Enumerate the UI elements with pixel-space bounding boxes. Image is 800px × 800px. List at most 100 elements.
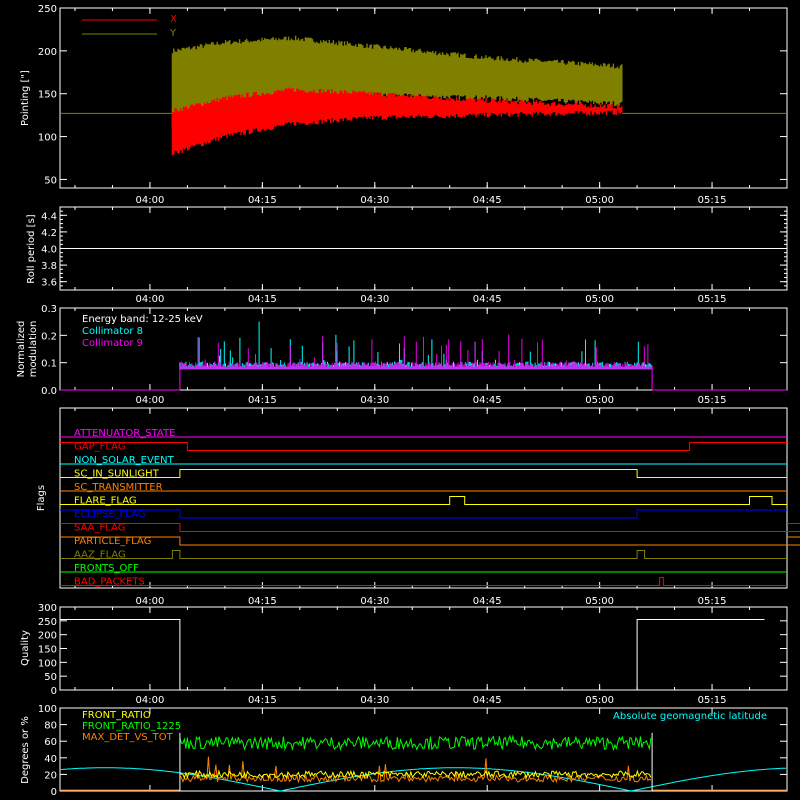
legend-geomagnetic-latitude: Absolute geomagnetic latitude <box>613 711 767 722</box>
x-tick-label: 04:30 <box>360 395 389 406</box>
geomagnetic-latitude-line <box>59 767 786 792</box>
pointing-legend: X Y <box>82 14 177 39</box>
legend-max-det-vs-tot: MAX_DET_VS_TOT <box>82 732 174 743</box>
roll-period-panel: Roll period [s] 3.6 3.8 4.0 4.2 4.4 04:00 04:… <box>26 206 788 305</box>
y-tick-label: 200 <box>38 631 57 642</box>
x-tick-label: 04:30 <box>360 294 389 305</box>
pointing-ylabel: Pointing ["] <box>20 70 31 126</box>
x-tick-label: 05:15 <box>698 596 727 607</box>
flag-line-aaz-flag <box>60 550 787 559</box>
x-tick-label: 05:00 <box>585 294 614 305</box>
ratios-ylabel: Degrees or % <box>20 716 31 784</box>
legend-collimator9: Collimator 9 <box>82 338 143 349</box>
y-tick-label: 150 <box>38 90 57 101</box>
flags-panel: Flags 04:00 04:15 04:30 04:45 05:00 05:15 ATT… <box>36 407 800 607</box>
y-tick-label: 250 <box>38 617 57 628</box>
rhessi-quicklook-figure: Pointing ["] 50100150200250 04:00 04:15 04… <box>16 4 800 798</box>
x-tick-label: 05:15 <box>698 195 727 206</box>
x-tick-label: 04:30 <box>360 695 389 706</box>
y-tick-label: 100 <box>38 133 57 144</box>
quality-line <box>60 619 765 691</box>
y-tick-label: 200 <box>38 47 57 58</box>
x-tick-label: 04:00 <box>136 195 165 206</box>
x-tick-label: 04:00 <box>136 395 165 406</box>
x-tick-label: 04:15 <box>248 395 277 406</box>
flag-line-flare-flag <box>60 496 787 505</box>
y-tick-label: 300 <box>38 603 57 614</box>
y-tick-label: 4.0 <box>41 245 57 256</box>
x-tick-label: 05:15 <box>698 395 727 406</box>
x-tick-label: 04:00 <box>136 294 165 305</box>
x-tick-label: 04:45 <box>473 596 502 607</box>
x-tick-label: 04:30 <box>360 596 389 607</box>
flag-label-eclipse-flag: ECLIPSE_FLAG <box>74 509 145 520</box>
roll-ylabel: Roll period [s] <box>26 214 37 283</box>
flag-line-sc-in-sunlight <box>60 469 787 478</box>
modulation-series <box>60 321 787 391</box>
y-tick-label: 0.0 <box>41 386 57 397</box>
x-tick-label: 04:30 <box>360 195 389 206</box>
x-tick-label: 04:45 <box>473 695 502 706</box>
roll-series <box>60 210 787 287</box>
legend-x-label: X <box>170 14 177 25</box>
y-tick-label: 3.6 <box>41 278 57 289</box>
modulation-series-collimator-8 <box>179 321 652 370</box>
quality-ylabel: Quality <box>20 630 31 666</box>
y-tick-label: 100 <box>38 704 57 715</box>
flag-line-particle-flag <box>60 536 800 546</box>
flag-label-particle-flag: PARTICLE_FLAG <box>74 536 151 547</box>
x-tick-label: 05:00 <box>585 195 614 206</box>
legend-front-ratio: FRONT_RATIO <box>82 710 151 721</box>
x-tick-label: 04:15 <box>248 596 277 607</box>
y-tick-label: 150 <box>38 645 57 656</box>
pointing-panel: Pointing ["] 50 100 150 200 250 04:00 04:15 04… <box>20 4 788 206</box>
flags-xticks: 04:00 04:15 04:30 04:45 05:00 05:15 <box>74 408 788 607</box>
energy-band-annotation: Energy band: 12-25 keV <box>82 314 203 325</box>
y-tick-label: 0 <box>51 787 57 798</box>
quality-yticks: 0 50 100 150 200 250 300 <box>38 603 787 697</box>
y-tick-label: 50 <box>44 672 57 683</box>
modulation-ylabel-line1: Normalized <box>16 321 27 378</box>
ratio-series-front-ratio-1225 <box>179 734 652 752</box>
pointing-series <box>61 35 786 156</box>
y-tick-label: 4.2 <box>41 228 57 239</box>
flags-series: ATTENUATOR_STATEGAP_FLAGNON_SOLAR_EVENTS… <box>60 428 800 588</box>
y-tick-label: 40 <box>44 754 57 765</box>
y-tick-label: 0.3 <box>41 304 57 315</box>
legend-y-label: Y <box>169 28 177 39</box>
quality-series <box>60 619 765 691</box>
legend-front-ratio-1225: FRONT_RATIO_1225 <box>82 721 181 732</box>
quality-panel: Quality 050100150200250300 04:00 04:15 04:… <box>20 603 788 706</box>
modulation-ylabel-line2: modulation <box>28 321 39 378</box>
quality-xticks: 04:00 04:15 04:30 04:45 05:00 05:15 <box>74 607 788 706</box>
x-tick-label: 05:00 <box>585 596 614 607</box>
y-tick-label: 20 <box>44 770 57 781</box>
y-tick-label: 80 <box>44 721 57 732</box>
roll-yticks: 3.6 3.8 4.0 4.2 4.4 <box>41 211 787 289</box>
modulation-panel: Normalized modulation 0.0 0.1 0.2 0.3 04:00… <box>16 304 788 406</box>
y-tick-label: 100 <box>38 658 57 669</box>
x-tick-label: 04:00 <box>136 695 165 706</box>
x-tick-label: 04:00 <box>136 596 165 607</box>
flag-line-bad-packets <box>60 577 787 586</box>
flag-line-gap-flag <box>60 442 787 451</box>
flag-label-gap-flag: GAP_FLAG <box>74 442 126 453</box>
y-tick-label: 3.8 <box>41 261 57 272</box>
y-tick-label: 0 <box>51 686 57 697</box>
x-tick-label: 04:15 <box>248 195 277 206</box>
x-tick-label: 05:15 <box>698 695 727 706</box>
x-tick-label: 04:45 <box>473 294 502 305</box>
flags-ylabel: Flags <box>36 485 47 511</box>
y-tick-label: 60 <box>44 737 57 748</box>
y-tick-label: 0.2 <box>41 331 57 342</box>
x-tick-label: 05:00 <box>585 695 614 706</box>
legend-collimator8: Collimator 8 <box>82 326 143 337</box>
x-tick-label: 04:45 <box>473 395 502 406</box>
y-tick-label: 50 <box>44 175 57 186</box>
flag-label-saa-flag: SAA_FLAG <box>74 523 125 534</box>
flag-line-eclipse-flag <box>60 509 787 519</box>
y-tick-label: 250 <box>38 4 57 15</box>
ratio-series-front-ratio <box>179 769 652 780</box>
x-tick-label: 04:15 <box>248 695 277 706</box>
y-tick-label: 0.1 <box>41 359 57 370</box>
